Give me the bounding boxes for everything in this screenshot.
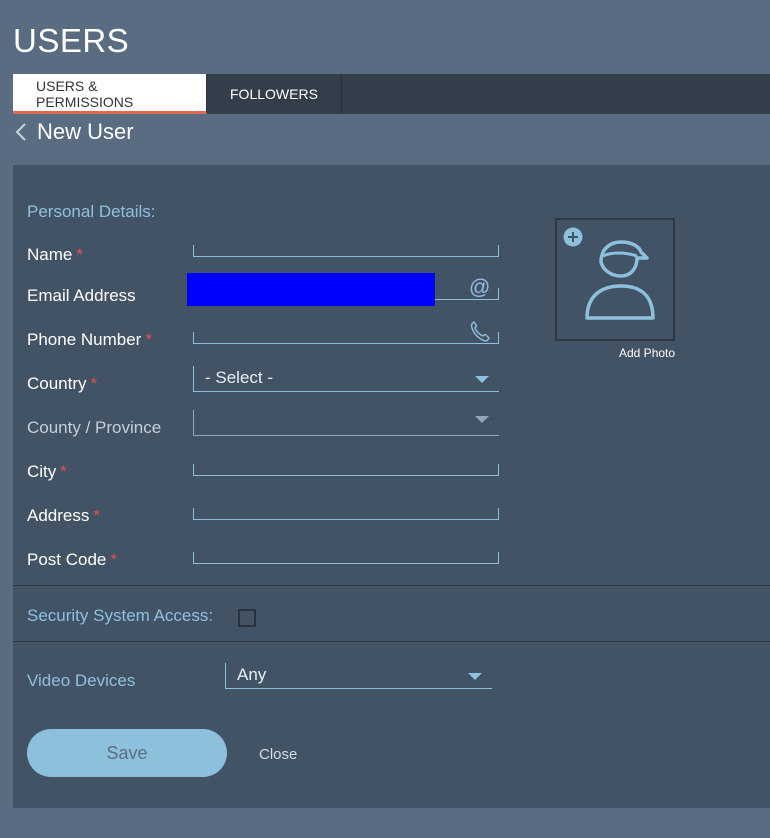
redacted-email-value <box>187 273 435 306</box>
county-label: County / Province <box>27 418 162 437</box>
name-label: Name * <box>27 245 83 265</box>
email-label: Email Address <box>27 286 136 305</box>
chevron-down-icon <box>475 416 489 423</box>
postcode-label-text: Post Code <box>27 550 107 569</box>
divider <box>13 641 770 642</box>
tab-bar: USERS & PERMISSIONS FOLLOWERS <box>13 74 770 114</box>
postcode-input[interactable] <box>194 555 498 566</box>
required-marker: * <box>110 550 118 569</box>
video-devices-selected-value: Any <box>237 665 267 684</box>
tab-users-permissions[interactable]: USERS & PERMISSIONS <box>13 74 207 114</box>
country-label-text: Country <box>27 374 87 393</box>
city-label-text: City <box>27 462 57 481</box>
phone-label-text: Phone Number <box>27 330 142 349</box>
at-sign-icon: @ <box>469 276 491 299</box>
address-field[interactable] <box>193 508 499 522</box>
subheader: New User <box>13 118 134 146</box>
add-photo-caption: Add Photo <box>619 346 676 360</box>
required-marker: * <box>90 374 98 393</box>
tab-followers[interactable]: FOLLOWERS <box>207 74 342 114</box>
required-marker: * <box>93 506 100 525</box>
plus-icon[interactable] <box>563 227 583 252</box>
divider <box>13 585 770 586</box>
required-marker: * <box>145 330 152 349</box>
postcode-field[interactable] <box>193 552 499 566</box>
county-select[interactable] <box>193 410 499 436</box>
chevron-left-icon[interactable] <box>13 118 29 146</box>
close-button[interactable]: Close <box>259 746 297 763</box>
city-field[interactable] <box>193 464 499 478</box>
chevron-down-icon <box>475 376 489 383</box>
country-select[interactable]: - Select - <box>193 366 499 392</box>
new-user-form: Personal Details: Name * Email Address @ … <box>13 165 770 808</box>
phone-icon <box>470 320 490 347</box>
required-marker: * <box>76 245 83 264</box>
country-selected-value: - Select - <box>205 368 274 387</box>
address-label-text: Address <box>27 506 90 525</box>
name-label-text: Name <box>27 245 73 264</box>
chevron-down-icon <box>468 673 482 680</box>
save-button[interactable]: Save <box>27 729 227 777</box>
city-label: City * <box>27 462 67 482</box>
video-devices-label: Video Devices <box>27 671 136 690</box>
name-field[interactable] <box>193 245 499 259</box>
subheader-title: New User <box>37 119 134 144</box>
address-input[interactable] <box>194 511 498 522</box>
phone-input[interactable] <box>194 335 498 346</box>
add-photo-button[interactable] <box>555 218 675 341</box>
security-access-checkbox[interactable] <box>238 609 256 627</box>
name-input[interactable] <box>194 248 498 259</box>
city-input[interactable] <box>194 467 498 478</box>
required-marker: * <box>60 462 67 481</box>
section-personal-details: Personal Details: <box>27 202 156 221</box>
page-title: USERS <box>13 22 130 59</box>
country-label: Country * <box>27 374 97 394</box>
user-avatar-icon <box>581 234 657 327</box>
address-label: Address * <box>27 506 100 526</box>
phone-field[interactable] <box>193 332 499 346</box>
postcode-label: Post Code * <box>27 550 117 570</box>
phone-label: Phone Number * <box>27 330 152 350</box>
video-devices-select[interactable]: Any <box>225 663 492 689</box>
security-access-label: Security System Access: <box>27 606 214 625</box>
